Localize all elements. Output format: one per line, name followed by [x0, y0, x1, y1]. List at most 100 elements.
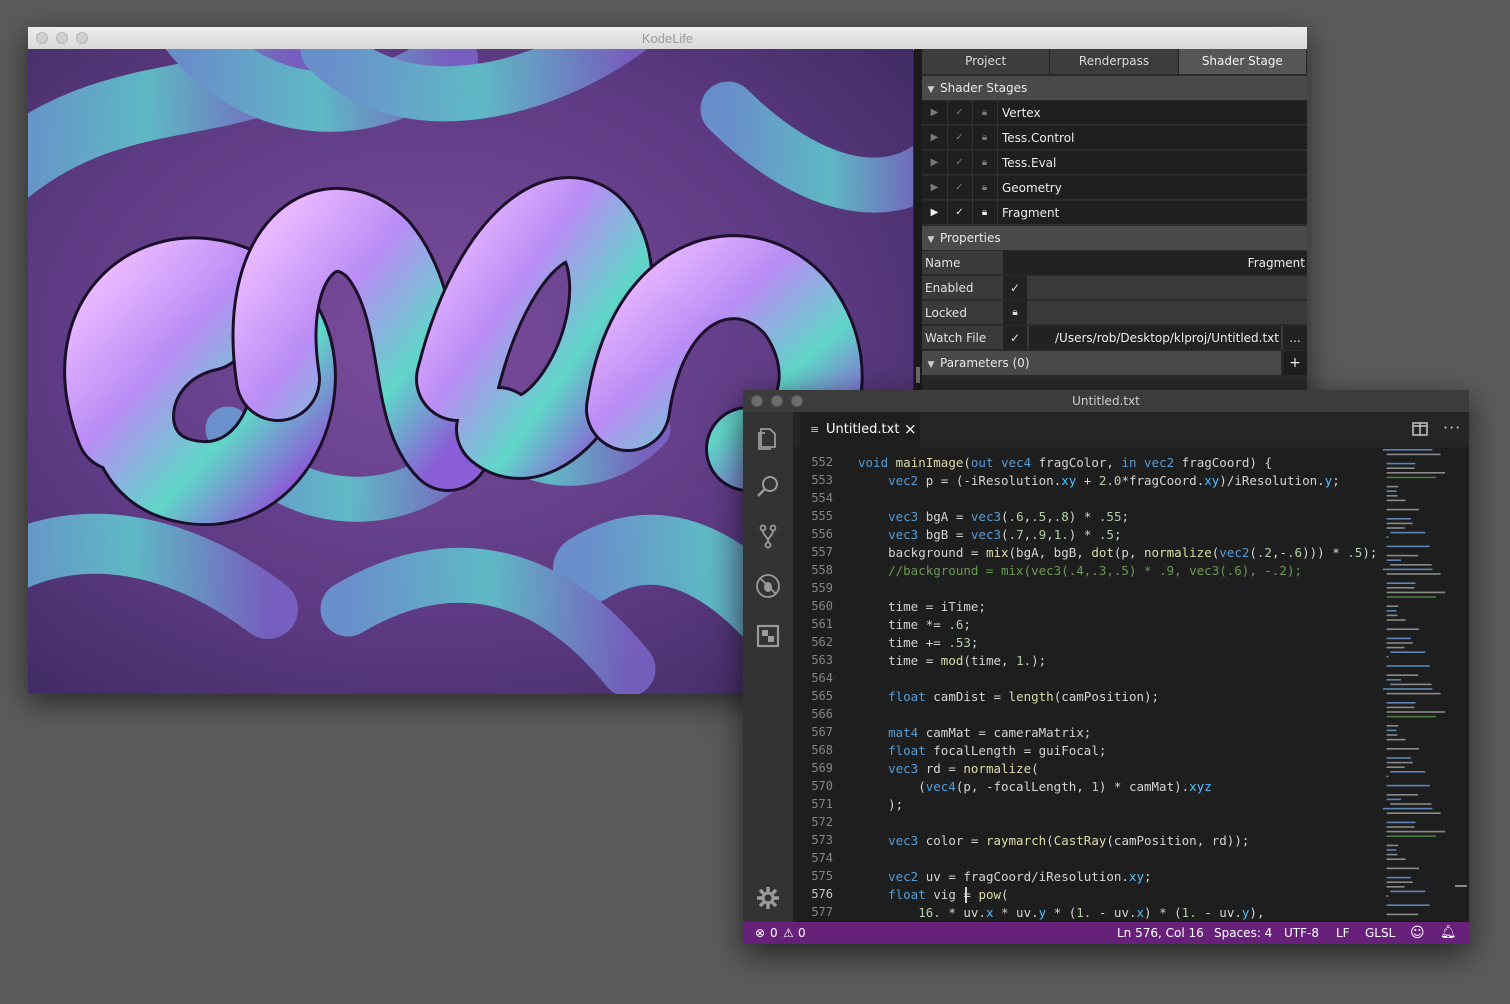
properties-header[interactable]: ▼ Properties: [922, 226, 1307, 250]
collapse-arrow-icon: ▼: [927, 360, 935, 370]
stage-row-tess-eval[interactable]: ▶ ✓ 🔒︎ Tess.Eval: [922, 151, 1307, 175]
code-line[interactable]: float camDist = length(camPosition);: [858, 688, 1159, 706]
more-actions-icon[interactable]: ···: [1443, 418, 1461, 437]
minimap[interactable]: [1381, 447, 1459, 922]
line-ending[interactable]: LF: [1336, 922, 1350, 944]
minimap-line: [1386, 559, 1401, 561]
error-icon[interactable]: ⊗: [755, 922, 765, 944]
cursor-position[interactable]: Ln 576, Col 16: [1117, 922, 1204, 944]
line-number: 564: [811, 671, 833, 685]
line-number: 566: [811, 707, 833, 721]
shader-stages-header[interactable]: ▼ Shader Stages: [922, 76, 1307, 100]
splitter-grip[interactable]: [916, 367, 920, 383]
code-line[interactable]: void mainImage(out vec4 fragColor, in ve…: [858, 454, 1272, 472]
minimap-line: [1386, 467, 1415, 469]
code-line[interactable]: vec3 rd = normalize(: [858, 760, 1039, 778]
extensions-icon[interactable]: [754, 622, 782, 650]
language-mode[interactable]: GLSL: [1365, 922, 1395, 944]
lock-icon[interactable]: 🔒︎: [972, 101, 998, 125]
minimap-line: [1386, 844, 1399, 847]
code-line[interactable]: time = mod(time, 1.);: [858, 652, 1046, 670]
code-editor[interactable]: 552 553 554 555 556 557 558 559 560 561 562 563 564 5…: [793, 447, 1469, 922]
play-icon[interactable]: ▶: [922, 176, 948, 200]
stage-row-geometry[interactable]: ▶ ✓ 🔒︎ Geometry: [922, 176, 1307, 200]
check-icon[interactable]: ✓: [947, 201, 973, 225]
play-icon[interactable]: ▶: [922, 126, 948, 150]
minimap-line: [1386, 646, 1405, 649]
code-line[interactable]: (vec4(p, -focalLength, 1) * camMat).xyz: [858, 778, 1212, 796]
stage-row-fragment[interactable]: ▶ ✓ 🔒︎ Fragment: [922, 201, 1307, 225]
code-line[interactable]: time = iTime;: [858, 598, 986, 616]
locked-toggle[interactable]: 🔒︎: [1003, 301, 1027, 325]
lock-icon[interactable]: 🔒︎: [972, 176, 998, 200]
lock-icon[interactable]: 🔒︎: [972, 126, 998, 150]
close-icon[interactable]: ×: [904, 412, 917, 447]
kodelife-titlebar[interactable]: KodeLife: [28, 27, 1307, 50]
code-line[interactable]: //background = mix(vec3(.4,.3,.5) * .9, …: [858, 562, 1302, 580]
code-line[interactable]: vec3 bgA = vec3(.6,.5,.8) * .55;: [858, 508, 1129, 526]
line-number: 575: [811, 869, 833, 883]
minimap-line: [1386, 587, 1415, 589]
error-count[interactable]: 0: [770, 922, 778, 944]
property-enabled-row: Enabled ✓: [922, 276, 1307, 300]
explorer-icon[interactable]: [754, 424, 782, 452]
minimap-line: [1386, 522, 1413, 525]
check-icon[interactable]: ✓: [947, 126, 973, 150]
indentation-setting[interactable]: Spaces: 4: [1214, 922, 1272, 944]
check-icon[interactable]: ✓: [947, 151, 973, 175]
minimap-line: [1386, 462, 1416, 465]
add-parameter-button[interactable]: +: [1283, 351, 1307, 375]
browse-file-button[interactable]: ...: [1283, 326, 1307, 350]
source-control-icon[interactable]: [754, 522, 782, 550]
lock-icon[interactable]: 🔒︎: [972, 201, 998, 225]
play-icon[interactable]: ▶: [922, 201, 948, 225]
gear-icon[interactable]: [754, 884, 782, 912]
file-encoding[interactable]: UTF-8: [1284, 922, 1319, 944]
minimap-line: [1386, 725, 1399, 727]
vscode-titlebar[interactable]: Untitled.txt: [743, 390, 1469, 412]
enabled-checkbox[interactable]: ✓: [1003, 276, 1027, 300]
watch-file-path[interactable]: /Users/rob/Desktop/klproj/Untitled.txt: [1029, 326, 1281, 350]
minimap-line: [1386, 573, 1441, 575]
tab-renderpass[interactable]: Renderpass: [1050, 49, 1179, 74]
code-line[interactable]: vec3 color = raymarch(CastRay(camPositio…: [858, 832, 1249, 850]
editor-tab-untitled[interactable]: ≡ Untitled.txt ×: [800, 412, 920, 447]
code-line[interactable]: vec2 p = (-iResolution.xy + 2.0*fragCoor…: [858, 472, 1340, 490]
line-number: 562: [811, 635, 833, 649]
warning-icon[interactable]: ⚠: [783, 922, 794, 944]
split-editor-icon[interactable]: [1412, 422, 1428, 436]
lock-icon[interactable]: 🔒︎: [972, 151, 998, 175]
code-line[interactable]: time += .53;: [858, 634, 978, 652]
watch-file-checkbox[interactable]: ✓: [1003, 326, 1027, 350]
play-icon[interactable]: ▶: [922, 151, 948, 175]
code-line[interactable]: vec3 bgB = vec3(.7,.9,1.) * .5;: [858, 526, 1121, 544]
warning-count[interactable]: 0: [798, 922, 806, 944]
notifications-bell-icon[interactable]: 🔔︎: [1440, 922, 1457, 944]
code-line[interactable]: float vig = pow(: [858, 886, 1008, 904]
stage-row-tess-control[interactable]: ▶ ✓ 🔒︎ Tess.Control: [922, 126, 1307, 150]
debug-icon[interactable]: [754, 572, 782, 600]
code-line[interactable]: mat4 camMat = cameraMatrix;: [858, 724, 1091, 742]
minimap-line: [1386, 734, 1398, 736]
line-number: 561: [811, 617, 833, 631]
check-icon[interactable]: ✓: [947, 176, 973, 200]
code-line[interactable]: background = mix(bgA, bgB, dot(p, normal…: [858, 544, 1377, 562]
check-icon[interactable]: ✓: [947, 101, 973, 125]
stage-label: Tess.Eval: [1002, 156, 1057, 170]
search-icon[interactable]: [754, 473, 782, 501]
code-line[interactable]: vec2 uv = fragCoord/iResolution.xy;: [858, 868, 1151, 886]
name-field[interactable]: Fragment: [1003, 251, 1307, 275]
minimap-line: [1386, 775, 1389, 778]
code-line[interactable]: float focalLength = guiFocal;: [858, 742, 1106, 760]
minimap-line: [1386, 610, 1397, 612]
tab-project[interactable]: Project: [922, 49, 1051, 74]
code-line[interactable]: time *= .6;: [858, 616, 971, 634]
stage-row-vertex[interactable]: ▶ ✓ 🔒︎ Vertex: [922, 101, 1307, 125]
play-icon[interactable]: ▶: [922, 101, 948, 125]
code-line[interactable]: 16. * uv.x * uv.y * (1. - uv.x) * (1. - …: [858, 904, 1264, 922]
tab-shader-stage[interactable]: Shader Stage: [1178, 49, 1307, 74]
code-line[interactable]: );: [858, 796, 903, 814]
parameters-header[interactable]: ▼ Parameters (0): [922, 351, 1281, 375]
feedback-smiley-icon[interactable]: ☺: [1410, 922, 1425, 944]
minimap-line: [1390, 564, 1432, 566]
